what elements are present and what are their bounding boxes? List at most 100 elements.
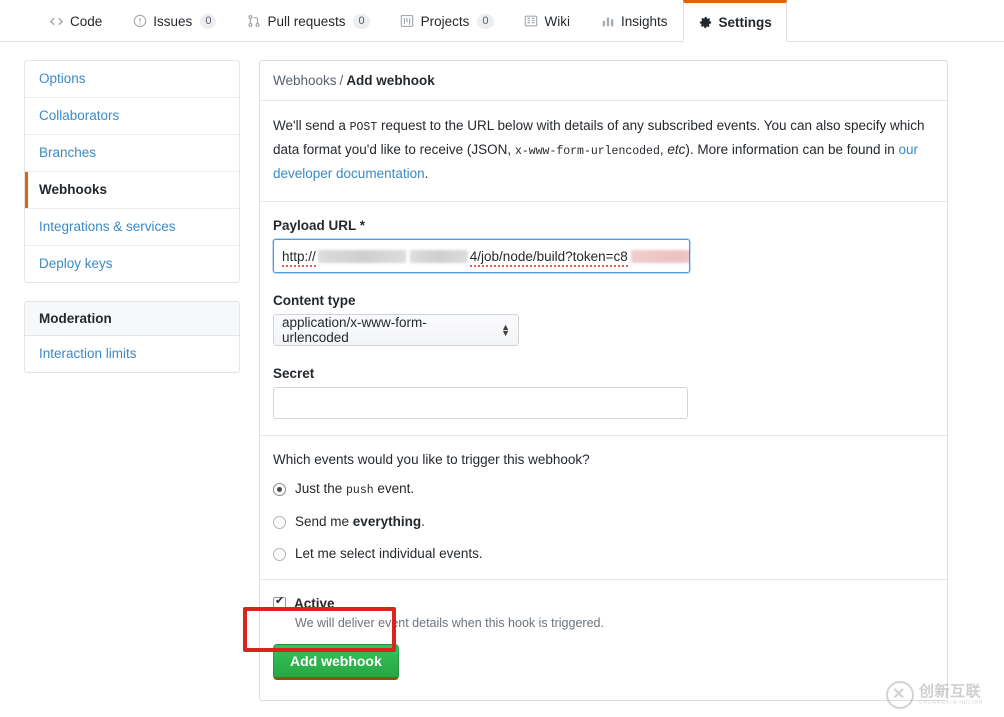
- gear-icon: [698, 15, 713, 30]
- active-checkbox[interactable]: [273, 595, 286, 610]
- sidebar-item-integrations-services[interactable]: Integrations & services: [25, 209, 239, 246]
- sidebar-item-branches[interactable]: Branches: [25, 135, 239, 172]
- content-type-select[interactable]: application/x-www-form-urlencoded ▲ ▼: [273, 314, 519, 346]
- sidebar-item-label: Integrations & services: [39, 219, 176, 234]
- tab-pull-requests-count: 0: [353, 13, 370, 29]
- settings-menu-primary: Options Collaborators Branches Webhooks …: [24, 60, 240, 283]
- radio-icon-select-individual[interactable]: [273, 548, 286, 561]
- secret-label: Secret: [273, 366, 315, 381]
- code-icon: [49, 14, 64, 29]
- breadcrumb-parent[interactable]: Webhooks: [273, 73, 337, 88]
- radio-label-send-everything: Send me everything.: [295, 514, 425, 529]
- webhook-fields-section: Payload URL * http:// 4/job/node/build?to…: [260, 201, 947, 435]
- secret-input[interactable]: [273, 387, 688, 419]
- tab-projects-label: Projects: [420, 13, 470, 29]
- settings-sidebar: Options Collaborators Branches Webhooks …: [24, 60, 240, 373]
- events-question: Which events would you like to trigger t…: [273, 452, 590, 467]
- payload-url-label: Payload URL *: [273, 218, 366, 233]
- radio-everything-prefix: Send me: [295, 514, 353, 529]
- git-pull-request-icon: [246, 14, 261, 29]
- intro-code-post: POST: [349, 121, 378, 134]
- settings-menu-moderation: Moderation Interaction limits: [24, 301, 240, 373]
- sidebar-item-label: Options: [39, 71, 86, 86]
- main-content: Webhooks / Add webhook We'll send a POST r…: [259, 60, 948, 701]
- watermark-text: 创新互联 CHUANGXIN HULIAN: [919, 682, 984, 707]
- tab-insights-label: Insights: [621, 13, 668, 29]
- payload-url-redaction-1: [317, 250, 406, 264]
- tab-settings[interactable]: Settings: [682, 0, 787, 42]
- intro-part1: We'll send a: [273, 118, 350, 133]
- active-hint: We will deliver event details when this …: [295, 616, 604, 630]
- sidebar-item-label: Webhooks: [39, 182, 108, 197]
- events-section: Which events would you like to trigger t…: [260, 435, 947, 579]
- radio-everything-strong: everything: [352, 514, 422, 529]
- watermark-en: CHUANGXIN HULIAN: [919, 699, 984, 706]
- sidebar-heading-moderation: Moderation: [25, 302, 239, 336]
- github-webhook-settings-page: Code Issues 0 Pull requests 0 Projects 0…: [0, 0, 1004, 717]
- active-and-submit-section: Active We will deliver event details whe…: [260, 579, 947, 700]
- radio-just-push-code: push: [346, 484, 374, 497]
- project-icon: [400, 14, 415, 29]
- issue-opened-icon: [132, 14, 147, 29]
- graph-icon: [600, 14, 615, 29]
- breadcrumb-separator: /: [339, 73, 344, 88]
- tab-code[interactable]: Code: [34, 0, 117, 41]
- content-type-selected-value: application/x-www-form-urlencoded: [282, 315, 427, 345]
- radio-label-just-push: Just the push event.: [295, 481, 414, 497]
- radio-icon-send-everything[interactable]: [273, 516, 286, 529]
- tab-settings-label: Settings: [718, 14, 772, 30]
- sidebar-item-webhooks[interactable]: Webhooks: [25, 172, 239, 209]
- active-label: Active: [294, 596, 335, 611]
- watermark-logo-icon: [886, 681, 914, 709]
- breadcrumb-current: Add webhook: [346, 73, 435, 88]
- add-webhook-button[interactable]: Add webhook: [273, 644, 399, 680]
- tab-projects[interactable]: Projects 0: [385, 0, 509, 41]
- payload-url-redaction-2: [409, 250, 468, 264]
- tab-issues-label: Issues: [153, 13, 193, 29]
- intro-paragraph: We'll send a POST request to the URL bel…: [273, 115, 934, 185]
- intro-part5: .: [424, 166, 429, 181]
- add-webhook-card: Webhooks / Add webhook We'll send a POST r…: [259, 60, 948, 701]
- sidebar-item-label: Branches: [39, 145, 97, 160]
- tab-projects-count: 0: [477, 13, 494, 29]
- payload-url-value: http:// 4/job/node/build?token=c8: [282, 248, 689, 267]
- tab-code-label: Code: [70, 13, 103, 29]
- tab-pull-requests[interactable]: Pull requests 0: [231, 0, 384, 41]
- sidebar-item-options[interactable]: Options: [25, 61, 239, 98]
- radio-label-select-individual: Let me select individual events.: [295, 546, 483, 561]
- intro-part4: ). More information can be found in: [685, 142, 899, 157]
- repo-nav-tabs: Code Issues 0 Pull requests 0 Projects 0…: [0, 0, 1004, 42]
- watermark-cn: 创新互联: [919, 682, 982, 700]
- radio-option-send-everything[interactable]: Send me everything.: [273, 514, 934, 529]
- tab-issues[interactable]: Issues 0: [117, 0, 231, 41]
- payload-url-input[interactable]: http:// 4/job/node/build?token=c8: [273, 239, 690, 273]
- tab-issues-count: 0: [200, 13, 217, 29]
- tab-wiki-label: Wiki: [544, 13, 571, 29]
- radio-option-select-individual[interactable]: Let me select individual events.: [273, 546, 934, 561]
- sidebar-item-collaborators[interactable]: Collaborators: [25, 98, 239, 135]
- intro-code-urlencoded: x-www-form-urlencoded: [514, 145, 660, 158]
- chevron-updown-icon: ▲ ▼: [501, 322, 510, 338]
- intro-em-etc: etc: [667, 142, 686, 157]
- sidebar-item-label: Collaborators: [39, 108, 120, 123]
- sidebar-item-deploy-keys[interactable]: Deploy keys: [25, 246, 239, 282]
- tab-insights[interactable]: Insights: [585, 0, 683, 41]
- watermark: 创新互联 CHUANGXIN HULIAN: [886, 679, 998, 711]
- payload-url-redaction-3: [630, 250, 689, 264]
- radio-just-push-prefix: Just the: [295, 481, 347, 496]
- active-checkbox-row[interactable]: Active: [273, 595, 934, 611]
- radio-just-push-suffix: event.: [373, 481, 415, 496]
- content-type-label: Content type: [273, 293, 356, 308]
- radio-everything-suffix: .: [421, 514, 425, 529]
- sidebar-item-interaction-limits[interactable]: Interaction limits: [25, 336, 239, 372]
- sidebar-item-label: Interaction limits: [39, 346, 137, 361]
- sidebar-item-label: Deploy keys: [39, 256, 113, 271]
- tab-pull-requests-label: Pull requests: [267, 13, 346, 29]
- breadcrumb: Webhooks / Add webhook: [260, 61, 947, 101]
- payload-url-prefix: http://: [282, 248, 316, 267]
- book-icon: [524, 14, 539, 29]
- radio-icon-just-push[interactable]: [273, 483, 286, 496]
- radio-option-just-push[interactable]: Just the push event.: [273, 481, 934, 497]
- payload-url-middle: 4/job/node/build?token=c8: [469, 248, 628, 267]
- tab-wiki[interactable]: Wiki: [509, 0, 586, 41]
